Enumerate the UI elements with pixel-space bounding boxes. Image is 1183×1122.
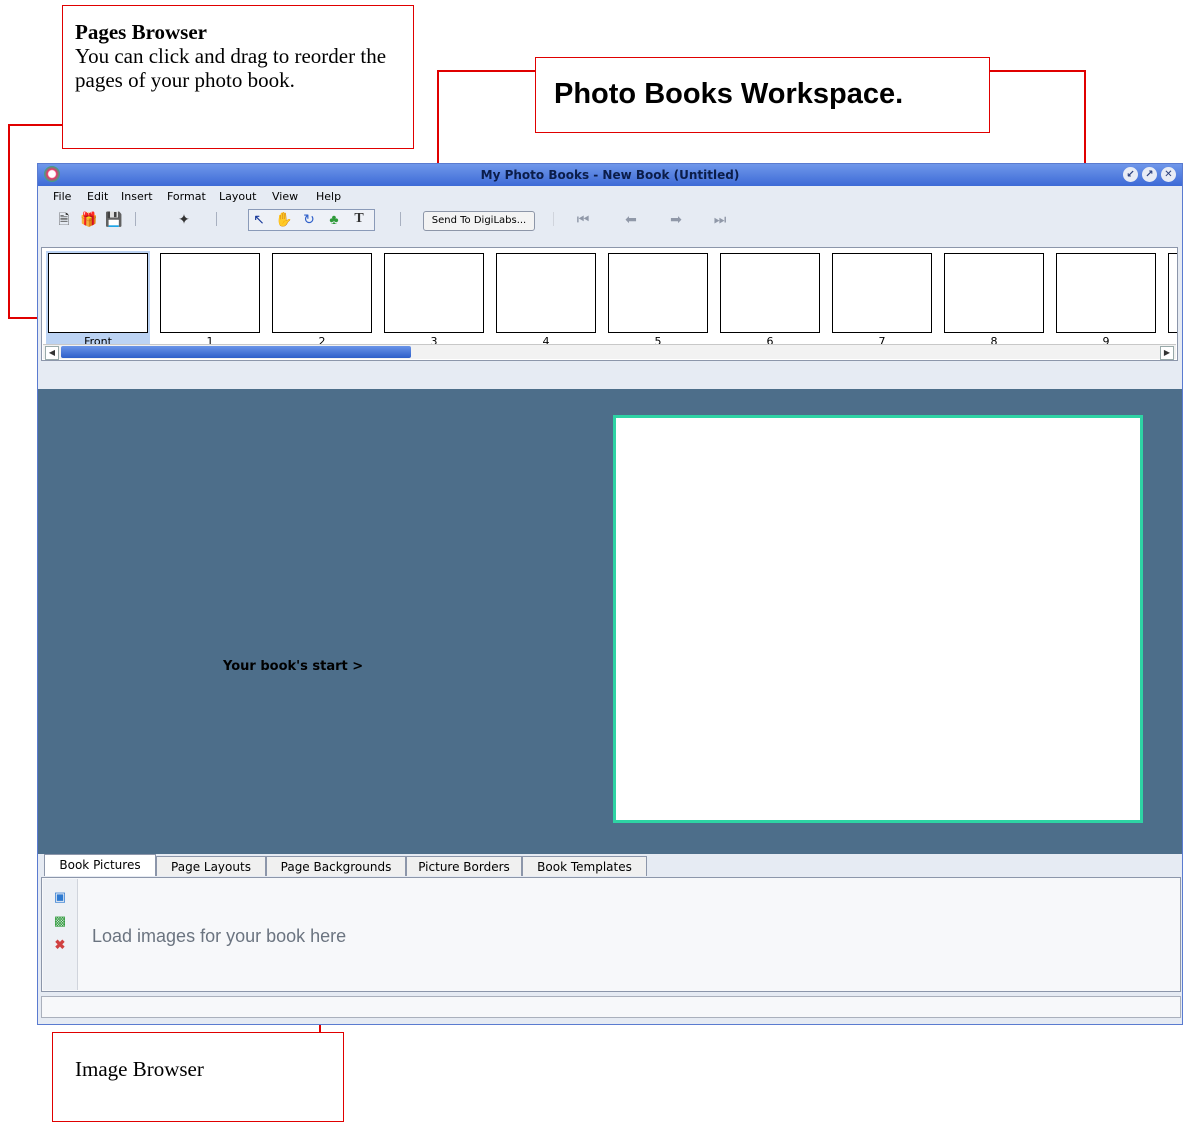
page-thumb-box (48, 253, 148, 333)
page-thumb-front[interactable]: Front (46, 251, 150, 351)
callout-workspace-text: Photo Books Workspace. (554, 78, 904, 110)
app-window: My Photo Books - New Book (Untitled) ↙ ↗… (37, 163, 1183, 1025)
page-thumb-box (832, 253, 932, 333)
tab-page-layouts[interactable]: Page Layouts (156, 856, 266, 876)
book-start-label: Your book's start > (223, 659, 364, 674)
page-canvas[interactable] (613, 415, 1143, 823)
toolbar-separator (135, 212, 136, 226)
page-thumb[interactable]: 5 (606, 251, 710, 351)
page-thumb-box (608, 253, 708, 333)
photo-books-workspace[interactable]: Your book's start > (38, 389, 1182, 854)
import-image-icon[interactable]: ▩ (52, 913, 68, 929)
open-book-icon[interactable]: 🎁 (80, 210, 98, 228)
image-panel-toolbar: ▣ ▩ ✖ (43, 879, 78, 990)
toolbar-separator (400, 212, 401, 226)
magic-wand-icon[interactable]: ✦ (175, 210, 193, 228)
scroll-left-icon[interactable]: ◀ (45, 346, 59, 360)
page-thumb[interactable]: 7 (830, 251, 934, 351)
first-page-icon[interactable]: ⏮ (574, 210, 592, 228)
rotate-icon[interactable]: ↻ (300, 210, 318, 228)
menu-help[interactable]: Help (316, 190, 341, 203)
tab-book-templates[interactable]: Book Templates (522, 856, 647, 876)
add-image-icon[interactable]: ▣ (52, 889, 68, 905)
window-title: My Photo Books - New Book (Untitled) (480, 168, 740, 182)
maximize-icon[interactable]: ↗ (1142, 167, 1157, 182)
add-picture-icon[interactable]: ♣ (325, 210, 343, 228)
callout-pages-browser-title: Pages Browser (75, 20, 207, 44)
image-browser-panel[interactable]: ▣ ▩ ✖ Load images for your book here (41, 877, 1181, 992)
page-thumb[interactable]: 6 (718, 251, 822, 351)
tab-picture-borders[interactable]: Picture Borders (406, 856, 522, 876)
callout-pages-browser: Pages Browser You can click and drag to … (62, 5, 414, 149)
pages-browser: Front 1 2 3 4 5 6 7 8 9 ◀ ▶ (41, 247, 1178, 361)
last-page-icon[interactable]: ⏭ (711, 210, 729, 228)
menu-edit[interactable]: Edit (87, 190, 108, 203)
toolbar: 🗎 🎁 💾 ✦ ↖ ✋ ↻ ♣ T Send To DigiLabs... ⏮ … (38, 206, 1182, 232)
page-thumb-box (160, 253, 260, 333)
page-thumb-box (496, 253, 596, 333)
new-document-icon[interactable]: 🗎 (55, 210, 73, 228)
callout-line (8, 317, 40, 319)
title-bar[interactable]: My Photo Books - New Book (Untitled) ↙ ↗… (38, 164, 1182, 186)
scrollbar-thumb[interactable] (61, 346, 411, 358)
page-thumb[interactable]: 2 (270, 251, 374, 351)
menu-file[interactable]: File (53, 190, 71, 203)
callout-line (990, 70, 1086, 72)
page-thumb[interactable]: 3 (382, 251, 486, 351)
page-thumb-box (1168, 253, 1177, 333)
previous-page-icon[interactable]: ⬅ (622, 210, 640, 228)
callout-workspace: Photo Books Workspace. (535, 57, 990, 133)
page-thumb[interactable]: 9 (1054, 251, 1158, 351)
save-icon[interactable]: 💾 (105, 210, 123, 228)
status-bar (41, 996, 1181, 1018)
page-thumb[interactable]: 8 (942, 251, 1046, 351)
tab-page-backgrounds[interactable]: Page Backgrounds (266, 856, 406, 876)
menu-format[interactable]: Format (167, 190, 206, 203)
close-icon[interactable]: ✕ (1161, 167, 1176, 182)
add-text-icon[interactable]: T (350, 210, 368, 228)
menu-view[interactable]: View (272, 190, 298, 203)
callout-line (437, 70, 535, 72)
callout-line (8, 124, 10, 319)
pages-horizontal-scrollbar[interactable]: ◀ ▶ (43, 344, 1176, 360)
menu-bar: File Edit Insert Format Layout View Help (38, 186, 1182, 206)
page-thumb-box (272, 253, 372, 333)
page-thumb-partial[interactable] (1166, 251, 1177, 351)
hand-pan-icon[interactable]: ✋ (275, 210, 293, 228)
scroll-right-icon[interactable]: ▶ (1160, 346, 1174, 360)
page-thumb-box (1056, 253, 1156, 333)
callout-pages-browser-text: You can click and drag to reorder the pa… (75, 44, 387, 92)
page-thumb-box (720, 253, 820, 333)
minimize-icon[interactable]: ↙ (1123, 167, 1138, 182)
send-to-digilabs-button[interactable]: Send To DigiLabs... (423, 211, 535, 231)
toolbar-separator (553, 212, 554, 226)
tab-book-pictures[interactable]: Book Pictures (44, 854, 156, 876)
callout-image-browser-text: Image Browser (75, 1057, 204, 1081)
menu-insert[interactable]: Insert (121, 190, 153, 203)
page-thumb[interactable]: 4 (494, 251, 598, 351)
page-thumb-box (944, 253, 1044, 333)
page-thumb[interactable]: 1 (158, 251, 262, 351)
toolbar-separator (216, 212, 217, 226)
menu-layout[interactable]: Layout (219, 190, 256, 203)
next-page-icon[interactable]: ➡ (667, 210, 685, 228)
callout-line (8, 124, 63, 126)
page-thumb-box (384, 253, 484, 333)
load-images-hint: Load images for your book here (92, 926, 347, 946)
callout-image-browser: Image Browser (52, 1032, 344, 1122)
remove-image-icon[interactable]: ✖ (52, 937, 68, 953)
select-arrow-icon[interactable]: ↖ (250, 210, 268, 228)
